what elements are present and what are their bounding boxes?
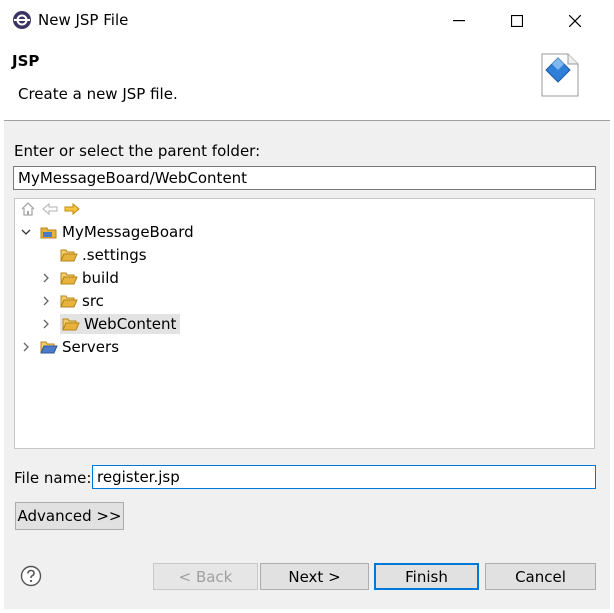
tree-item-src[interactable]: src	[40, 289, 104, 312]
file-name-label: File name:	[14, 469, 92, 487]
cancel-button[interactable]: Cancel	[485, 563, 596, 590]
home-icon[interactable]	[20, 201, 36, 217]
chevron-right-icon[interactable]	[40, 272, 52, 284]
new-file-wizard-icon	[536, 50, 582, 98]
advanced-button[interactable]: Advanced >>	[15, 502, 124, 530]
tree-item-webcontent[interactable]: WebContent	[40, 312, 181, 335]
parent-folder-input[interactable]: MyMessageBoard/WebContent	[13, 166, 596, 190]
folder-open-icon	[40, 340, 58, 354]
tree-item-servers[interactable]: Servers	[20, 335, 119, 358]
folder-open-icon	[60, 294, 78, 308]
maximize-icon	[511, 15, 523, 27]
tree-item-label: .settings	[82, 245, 147, 264]
file-name-input[interactable]: register.jsp	[92, 465, 596, 489]
tree-item-settings[interactable]: .settings	[60, 243, 147, 266]
close-button[interactable]	[546, 0, 604, 42]
tree-item-mymessageboard[interactable]: MyMessageBoard	[20, 220, 194, 243]
back-arrow-icon[interactable]	[42, 201, 58, 217]
chevron-down-icon[interactable]	[20, 226, 32, 238]
folder-open-icon	[60, 271, 78, 285]
window-title: New JSP File	[38, 11, 129, 29]
chevron-right-icon[interactable]	[40, 318, 52, 330]
eclipse-app-icon	[12, 10, 32, 30]
back-button[interactable]: < Back	[153, 563, 258, 590]
wizard-header	[4, 42, 610, 121]
folder-open-icon	[62, 317, 80, 331]
help-icon[interactable]	[20, 565, 42, 587]
chevron-right-icon[interactable]	[40, 295, 52, 307]
tree-item-build[interactable]: build	[40, 266, 119, 289]
wizard-description: Create a new JSP file.	[18, 85, 178, 103]
chevron-right-icon[interactable]	[20, 341, 32, 353]
wizard-title: JSP	[12, 52, 40, 70]
tree-item-label: build	[82, 268, 119, 287]
close-icon	[569, 15, 581, 27]
tree-item-label: MyMessageBoard	[62, 222, 194, 241]
forward-arrow-icon[interactable]	[64, 201, 80, 217]
tree-item-label: src	[82, 291, 104, 310]
selection-highlight: WebContent	[60, 313, 181, 334]
project-icon	[40, 225, 58, 239]
tree-item-label: WebContent	[84, 314, 177, 333]
parent-folder-label: Enter or select the parent folder:	[14, 142, 261, 160]
next-button[interactable]: Next >	[260, 563, 369, 590]
minimize-icon	[453, 20, 465, 22]
tree-item-label: Servers	[62, 337, 120, 356]
maximize-button[interactable]	[488, 0, 546, 42]
minimize-button[interactable]	[430, 0, 488, 42]
folder-open-icon	[60, 248, 78, 262]
finish-button[interactable]: Finish	[374, 563, 479, 590]
